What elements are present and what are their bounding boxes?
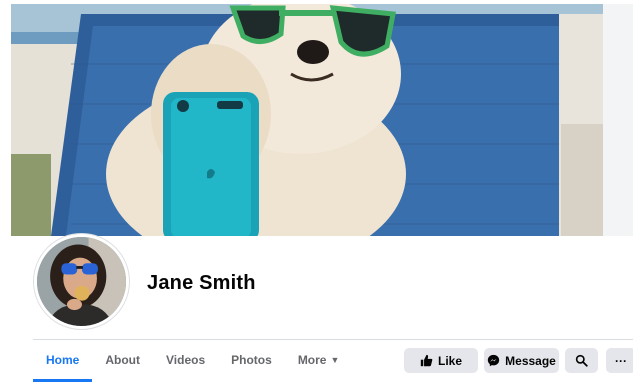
like-button[interactable]: Like [404, 348, 478, 373]
profile-actions: Like Message ··· [404, 348, 633, 373]
cover-side-strip [603, 4, 633, 236]
caret-down-icon: ▼ [330, 355, 340, 365]
profile-tabs: Home About Videos Photos More ▼ [33, 340, 352, 383]
tab-more[interactable]: More ▼ [285, 340, 353, 380]
tab-about-label: About [105, 353, 140, 367]
tab-home-label: Home [46, 353, 80, 367]
profile-name: Jane Smith [147, 272, 256, 294]
cover-photo[interactable] [11, 4, 603, 236]
tab-videos-label: Videos [166, 353, 206, 367]
tab-home[interactable]: Home [33, 340, 93, 382]
profile-avatar[interactable] [34, 234, 129, 329]
more-dots-icon: ··· [615, 353, 627, 368]
message-button-label: Message [505, 353, 556, 368]
search-button[interactable] [565, 348, 598, 373]
cover-photo-image [11, 4, 603, 236]
tab-photos[interactable]: Photos [218, 340, 285, 380]
more-options-button[interactable]: ··· [606, 348, 633, 373]
thumbs-up-icon [420, 354, 433, 367]
tab-photos-label: Photos [231, 353, 272, 367]
tab-about[interactable]: About [92, 340, 153, 380]
profile-page: Jane Smith Home About Videos Photos More… [0, 0, 633, 383]
tab-videos[interactable]: Videos [153, 340, 218, 380]
message-button[interactable]: Message [484, 348, 559, 373]
messenger-icon [487, 354, 500, 367]
like-button-label: Like [437, 353, 462, 368]
search-icon [575, 354, 588, 367]
tab-more-label: More [297, 353, 327, 367]
profile-avatar-image [37, 237, 126, 326]
